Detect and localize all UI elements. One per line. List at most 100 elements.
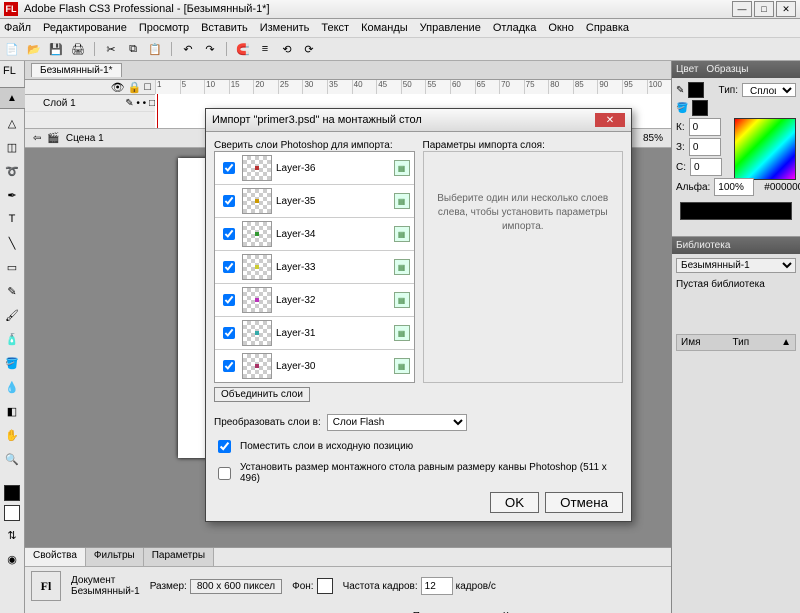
- layer-checkbox[interactable]: [223, 327, 235, 339]
- cancel-button[interactable]: Отмена: [545, 492, 623, 513]
- stroke-swatch[interactable]: [688, 82, 704, 98]
- fill-type-select[interactable]: Сплошной: [742, 83, 796, 97]
- psd-layer-row[interactable]: Layer-31▦: [215, 317, 414, 350]
- menu-modify[interactable]: Изменить: [260, 22, 310, 34]
- fps-input[interactable]: [421, 577, 453, 595]
- color-picker[interactable]: [734, 118, 796, 180]
- hand-tool[interactable]: ✋: [2, 425, 22, 445]
- copy-icon[interactable]: ⧉: [125, 41, 141, 57]
- merge-layers-button[interactable]: Объединить слои: [214, 387, 310, 402]
- zoom-tool[interactable]: 🔍: [2, 449, 22, 469]
- subselection-tool[interactable]: △: [2, 113, 22, 133]
- menu-insert[interactable]: Вставить: [201, 22, 248, 34]
- menu-control[interactable]: Управление: [420, 22, 481, 34]
- bitmap-icon[interactable]: ▦: [394, 259, 410, 275]
- color-tab[interactable]: Цвет: [676, 64, 698, 75]
- layer-checkbox[interactable]: [223, 261, 235, 273]
- text-tool[interactable]: T: [2, 209, 22, 229]
- menu-file[interactable]: Файл: [4, 22, 31, 34]
- psd-layer-row[interactable]: Layer-34▦: [215, 218, 414, 251]
- timeline-ruler[interactable]: 1510152025303540455055606570758085909510…: [155, 80, 671, 95]
- line-tool[interactable]: ╲: [2, 233, 22, 253]
- free-transform-tool[interactable]: ◫: [2, 137, 22, 157]
- hex-value[interactable]: #000000: [764, 182, 800, 193]
- menu-edit[interactable]: Редактирование: [43, 22, 127, 34]
- open-icon[interactable]: 📂: [26, 41, 42, 57]
- print-icon[interactable]: 🖨: [70, 41, 86, 57]
- library-tab[interactable]: Библиотека: [676, 240, 730, 251]
- cut-icon[interactable]: ✂: [103, 41, 119, 57]
- psd-layer-row[interactable]: Layer-36▦: [215, 152, 414, 185]
- menu-window[interactable]: Окно: [548, 22, 574, 34]
- ok-button[interactable]: OK: [490, 492, 539, 513]
- pencil-tool[interactable]: ✎: [2, 281, 22, 301]
- ink-bottle-tool[interactable]: 🧴: [2, 329, 22, 349]
- paste-icon[interactable]: 📋: [147, 41, 163, 57]
- save-icon[interactable]: 💾: [48, 41, 64, 57]
- rectangle-tool[interactable]: ▭: [2, 257, 22, 277]
- convert-layers-select[interactable]: Слои Flash: [327, 414, 467, 431]
- bitmap-icon[interactable]: ▦: [394, 358, 410, 374]
- pen-tool[interactable]: ✒: [2, 185, 22, 205]
- fill-swatch[interactable]: [692, 100, 708, 116]
- layer-checkbox[interactable]: [223, 162, 235, 174]
- layer-checkbox[interactable]: [223, 360, 235, 372]
- rotate-right-icon[interactable]: ⟳: [301, 41, 317, 57]
- bitmap-icon[interactable]: ▦: [394, 292, 410, 308]
- tab-params[interactable]: Параметры: [144, 548, 214, 566]
- stroke-color[interactable]: [4, 485, 20, 501]
- bitmap-icon[interactable]: ▦: [394, 226, 410, 242]
- bitmap-icon[interactable]: ▦: [394, 325, 410, 341]
- scene-name[interactable]: Сцена 1: [66, 133, 104, 144]
- r-input[interactable]: [689, 118, 721, 136]
- color-bar[interactable]: [680, 202, 792, 220]
- snap-icon[interactable]: 🧲: [235, 41, 251, 57]
- dialog-titlebar[interactable]: Импорт "primer3.psd" на монтажный стол ✕: [206, 109, 631, 132]
- maximize-button[interactable]: □: [754, 1, 774, 17]
- dialog-close-button[interactable]: ✕: [595, 113, 625, 127]
- layer-checkbox[interactable]: [223, 294, 235, 306]
- snap-option-icon[interactable]: ◉: [2, 549, 22, 569]
- align-icon[interactable]: ≡: [257, 41, 273, 57]
- menu-view[interactable]: Просмотр: [139, 22, 189, 34]
- eyedropper-tool[interactable]: 💧: [2, 377, 22, 397]
- lock-icon[interactable]: 🔒: [128, 81, 142, 94]
- close-button[interactable]: ✕: [776, 1, 796, 17]
- alpha-input[interactable]: [714, 178, 754, 196]
- fill-color[interactable]: [4, 505, 20, 521]
- brush-tool[interactable]: 🖌: [2, 305, 22, 325]
- bg-swatch[interactable]: [317, 578, 333, 594]
- tab-filters[interactable]: Фильтры: [86, 548, 144, 566]
- redo-icon[interactable]: ↷: [202, 41, 218, 57]
- outline-icon[interactable]: □: [144, 81, 151, 93]
- g-input[interactable]: [689, 138, 721, 156]
- b-input[interactable]: [690, 158, 722, 176]
- eraser-tool[interactable]: ◧: [2, 401, 22, 421]
- swatches-tab[interactable]: Образцы: [706, 64, 748, 75]
- lib-col-type[interactable]: Тип: [732, 337, 749, 348]
- size-button[interactable]: 800 x 600 пиксел: [190, 579, 282, 594]
- paint-bucket-tool[interactable]: 🪣: [2, 353, 22, 373]
- menu-debug[interactable]: Отладка: [493, 22, 536, 34]
- new-icon[interactable]: 📄: [4, 41, 20, 57]
- layer-row[interactable]: Слой 1 ✎ • • □: [25, 95, 155, 112]
- doc-tab[interactable]: Безымянный-1*: [31, 63, 122, 77]
- tab-properties[interactable]: Свойства: [25, 548, 86, 566]
- menu-commands[interactable]: Команды: [361, 22, 408, 34]
- menu-help[interactable]: Справка: [586, 22, 629, 34]
- zoom-value[interactable]: 85%: [643, 133, 663, 144]
- psd-layer-row[interactable]: Layer-33▦: [215, 251, 414, 284]
- undo-icon[interactable]: ↶: [180, 41, 196, 57]
- lasso-tool[interactable]: ➰: [2, 161, 22, 181]
- set-stage-size-checkbox[interactable]: [218, 467, 231, 480]
- minimize-button[interactable]: —: [732, 1, 752, 17]
- lib-col-name[interactable]: Имя: [681, 337, 700, 348]
- bitmap-icon[interactable]: ▦: [394, 160, 410, 176]
- psd-layer-row[interactable]: Layer-32▦: [215, 284, 414, 317]
- rotate-left-icon[interactable]: ⟲: [279, 41, 295, 57]
- swap-colors-icon[interactable]: ⇅: [2, 525, 22, 545]
- menu-text[interactable]: Текст: [321, 22, 349, 34]
- bitmap-icon[interactable]: ▦: [394, 193, 410, 209]
- layer-checkbox[interactable]: [223, 228, 235, 240]
- playhead[interactable]: [157, 94, 158, 128]
